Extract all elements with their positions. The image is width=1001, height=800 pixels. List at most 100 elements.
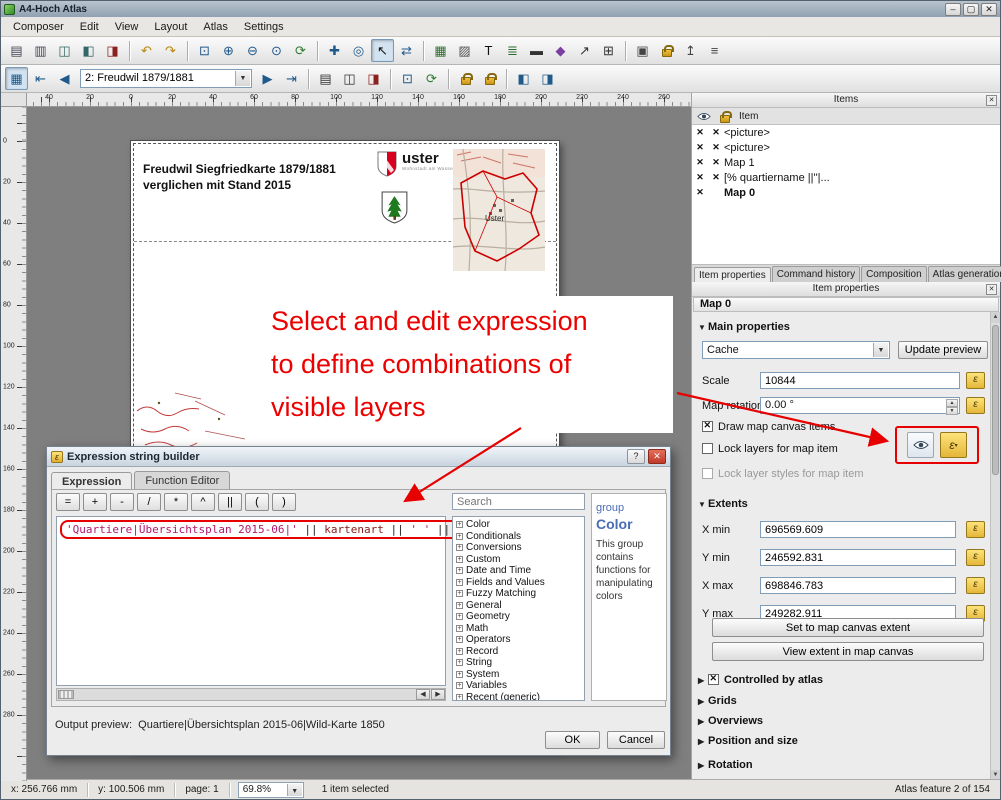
function-group-recent-generic-[interactable]: +Recent (generic) <box>453 692 584 702</box>
operator-button[interactable]: * <box>164 493 188 511</box>
spin-up-icon[interactable]: ▲ <box>946 399 958 407</box>
ymin-data-defined-button[interactable]: ε <box>966 549 985 566</box>
map-rotation-spinner[interactable]: 0.00 ° ▲▼ <box>760 397 960 414</box>
expand-icon[interactable]: + <box>456 659 463 666</box>
rotation-group[interactable]: ▶Rotation <box>698 759 753 771</box>
function-group-custom[interactable]: +Custom <box>453 554 584 566</box>
xmin-data-defined-button[interactable]: ε <box>966 521 985 538</box>
first-feature-button[interactable]: ⇤ <box>29 67 52 90</box>
layers-data-defined-button[interactable]: ε▾ <box>940 432 967 458</box>
next-feature-button[interactable]: ▶ <box>256 67 279 90</box>
raise-item-button[interactable]: ↥ <box>679 39 702 62</box>
items-tree-row[interactable]: ✕✕<picture> <box>692 140 1000 155</box>
xmin-input[interactable] <box>760 521 956 538</box>
load-template-button[interactable]: ▥ <box>29 39 52 62</box>
operator-button[interactable]: - <box>110 493 134 511</box>
expand-icon[interactable]: + <box>456 682 463 689</box>
expand-icon[interactable]: + <box>456 567 463 574</box>
close-button[interactable]: ✕ <box>981 3 997 16</box>
expand-icon[interactable]: + <box>456 521 463 528</box>
scale-data-defined-button[interactable]: ε <box>966 372 985 389</box>
export-image-button[interactable]: ◫ <box>53 39 76 62</box>
tab-atlas-generation[interactable]: Atlas generation <box>928 266 1001 282</box>
expand-icon[interactable]: + <box>456 544 463 551</box>
undo-button[interactable]: ↶ <box>135 39 158 62</box>
menu-edit[interactable]: Edit <box>72 19 107 35</box>
lock-item-button[interactable] <box>655 39 678 62</box>
function-group-color[interactable]: +Color <box>453 519 584 531</box>
update-preview-button[interactable]: Update preview <box>898 341 988 359</box>
chevron-down-icon[interactable]: ▼ <box>235 71 250 86</box>
properties-scrollbar[interactable]: ▲ ▼ <box>990 312 1000 781</box>
visibility-preset-button[interactable] <box>907 432 934 458</box>
grids-group[interactable]: ▶Grids <box>698 695 737 707</box>
zoom-full-button[interactable]: ⊡ <box>193 39 216 62</box>
function-group-operators[interactable]: +Operators <box>453 634 584 646</box>
function-group-fuzzy-matching[interactable]: +Fuzzy Matching <box>453 588 584 600</box>
operator-button[interactable]: ( <box>245 493 269 511</box>
zoom-actual-button[interactable]: ⊙ <box>265 39 288 62</box>
export-atlas-image-button[interactable]: ◫ <box>338 67 361 90</box>
tab-composition[interactable]: Composition <box>861 266 927 282</box>
visibility-checkbox[interactable]: ✕ <box>692 172 708 183</box>
menu-composer[interactable]: Composer <box>5 19 72 35</box>
add-label-button[interactable]: T <box>477 39 500 62</box>
set-to-map-canvas-extent-button[interactable]: Set to map canvas extent <box>712 618 984 637</box>
function-group-conditionals[interactable]: +Conditionals <box>453 531 584 543</box>
help-button[interactable]: ? <box>627 449 645 464</box>
zoom-refresh-button[interactable]: ⟳ <box>420 67 443 90</box>
close-dialog-button[interactable]: ✕ <box>648 449 666 464</box>
items-tree-row[interactable]: ✕✕[% quartiername ||''|... <box>692 170 1000 185</box>
spin-down-icon[interactable]: ▼ <box>946 407 958 415</box>
menu-settings[interactable]: Settings <box>236 19 292 35</box>
expand-icon[interactable]: + <box>456 579 463 586</box>
rotation-data-defined-button[interactable]: ε <box>966 397 985 414</box>
function-group-variables[interactable]: +Variables <box>453 680 584 692</box>
add-shape-button[interactable]: ◆ <box>549 39 572 62</box>
minimize-button[interactable]: – <box>945 3 961 16</box>
position-and-size-group[interactable]: ▶Position and size <box>698 735 798 747</box>
maximize-button[interactable]: ▢ <box>963 3 979 16</box>
cancel-button[interactable]: Cancel <box>607 731 665 749</box>
function-group-general[interactable]: +General <box>453 600 584 612</box>
items-tree-row[interactable]: ✕Map 0 <box>692 185 1000 200</box>
function-group-system[interactable]: +System <box>453 669 584 681</box>
visibility-checkbox[interactable]: ✕ <box>692 157 708 168</box>
export-svg-button[interactable]: ◧ <box>77 39 100 62</box>
lock-layer-styles-checkbox[interactable]: Lock layer styles for map item <box>702 468 864 480</box>
redo-button[interactable]: ↷ <box>159 39 182 62</box>
print-atlas-button[interactable]: ▤ <box>314 67 337 90</box>
zoom-out-button[interactable]: ⊖ <box>241 39 264 62</box>
expression-hscrollbar[interactable]: ◀ ▶ <box>56 688 446 701</box>
expand-icon[interactable]: + <box>456 590 463 597</box>
add-map-button[interactable]: ▦ <box>429 39 452 62</box>
tab-function-editor[interactable]: Function Editor <box>134 471 230 490</box>
zoom-full-atlas-button[interactable]: ⊡ <box>396 67 419 90</box>
operator-button[interactable]: || <box>218 493 242 511</box>
add-image-button[interactable]: ▨ <box>453 39 476 62</box>
draw-canvas-items-checkbox[interactable]: Draw map canvas items <box>702 421 835 433</box>
add-scalebar-button[interactable]: ▬ <box>525 39 548 62</box>
composer-canvas[interactable]: 4020020406080100120140160180200220240260… <box>1 93 691 781</box>
expand-icon[interactable]: + <box>456 671 463 678</box>
lock-styles-button[interactable] <box>478 67 501 90</box>
lock-checkbox[interactable]: ✕ <box>708 142 724 153</box>
expand-icon[interactable]: + <box>456 694 463 701</box>
atlas-feature-combo[interactable]: 2: Freudwil 1879/1881 ▼ <box>80 69 252 88</box>
visibility-checkbox[interactable]: ✕ <box>692 127 708 138</box>
add-table-button[interactable]: ⊞ <box>597 39 620 62</box>
scale-input[interactable] <box>760 372 960 389</box>
last-feature-button[interactable]: ⇥ <box>280 67 303 90</box>
panel-left-button[interactable]: ◧ <box>512 67 535 90</box>
menu-layout[interactable]: Layout <box>146 19 195 35</box>
export-pdf-button[interactable]: ◨ <box>101 39 124 62</box>
function-group-tree[interactable]: +Color+Conditionals+Conversions+Custom+D… <box>452 516 585 701</box>
save-template-button[interactable]: ▤ <box>5 39 28 62</box>
chevron-down-icon[interactable]: ▼ <box>287 784 302 796</box>
select-move-item-button[interactable]: ↖ <box>371 39 394 62</box>
operator-button[interactable]: = <box>56 493 80 511</box>
lock-layers-checkbox[interactable]: Lock layers for map item <box>702 443 838 455</box>
zoom-in-button[interactable]: ⊕ <box>217 39 240 62</box>
expand-icon[interactable]: + <box>456 636 463 643</box>
items-tree-row[interactable]: ✕✕Map 1 <box>692 155 1000 170</box>
